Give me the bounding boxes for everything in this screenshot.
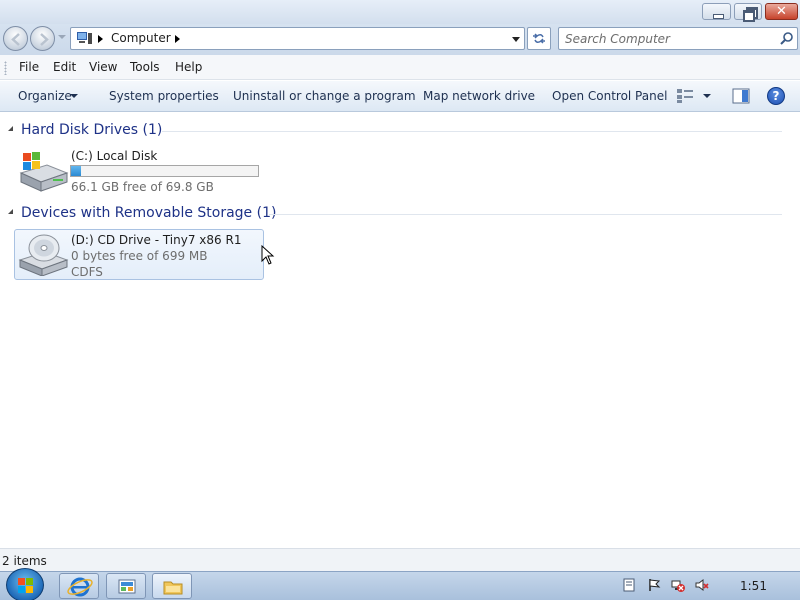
group-header-hard-disk-drives[interactable]: Hard Disk Drives (1) [21, 122, 162, 138]
computer-icon [77, 32, 92, 44]
item-count: 2 items [2, 554, 47, 568]
status-bar: 2 items [0, 548, 800, 571]
forward-arrow-icon [40, 33, 49, 46]
taskbar: 1:51 [0, 568, 800, 600]
system-properties-button[interactable]: System properties [109, 89, 219, 103]
refresh-button[interactable] [527, 27, 551, 50]
breadcrumb-computer[interactable]: Computer [111, 31, 171, 45]
search-icon[interactable] [779, 31, 795, 47]
drive-tile-d[interactable]: (D:) CD Drive - Tiny7 x86 R1 0 bytes fre… [14, 229, 264, 280]
clock[interactable]: 1:51 [740, 579, 767, 593]
drive-free-space: 66.1 GB free of 69.8 GB [71, 180, 214, 194]
command-bar: Organize System properties Uninstall or … [0, 81, 800, 112]
refresh-icon [533, 33, 545, 44]
drive-tile-c[interactable]: (C:) Local Disk 66.1 GB free of 69.8 GB [14, 146, 264, 196]
drive-filesystem: CDFS [71, 265, 103, 279]
menu-view[interactable]: View [89, 60, 117, 74]
change-view-icon[interactable] [676, 88, 694, 104]
menu-edit[interactable]: Edit [53, 60, 76, 74]
hard-drive-icon [19, 152, 69, 192]
network-disconnected-icon[interactable] [671, 578, 685, 592]
group-divider [269, 214, 782, 215]
windows-logo-icon [18, 578, 33, 593]
disk-usage-fill [71, 166, 81, 176]
minimize-icon [703, 4, 730, 19]
breadcrumb-arrow-icon[interactable] [98, 35, 103, 43]
search-input[interactable] [565, 31, 765, 47]
volume-muted-icon[interactable] [695, 578, 709, 592]
recent-pages-dropdown[interactable] [58, 35, 66, 39]
control-panel-icon [118, 579, 136, 594]
uninstall-program-button[interactable]: Uninstall or change a program [233, 89, 416, 103]
menu-tools[interactable]: Tools [130, 60, 160, 74]
close-icon: ✕ [776, 4, 787, 19]
taskbar-control-panel[interactable] [106, 573, 146, 599]
group-divider [162, 131, 782, 132]
breadcrumb-arrow-icon[interactable] [175, 35, 180, 43]
close-button[interactable]: ✕ [765, 3, 798, 20]
menu-help[interactable]: Help [175, 60, 202, 74]
views-dropdown-icon[interactable] [703, 94, 711, 98]
restore-button[interactable] [734, 3, 762, 22]
back-arrow-icon [11, 33, 20, 46]
organize-button[interactable]: Organize [18, 89, 72, 103]
action-center-icon[interactable] [622, 578, 636, 592]
open-control-panel-button[interactable]: Open Control Panel [552, 89, 667, 103]
back-button[interactable] [3, 26, 28, 51]
collapse-group-icon[interactable] [8, 126, 13, 131]
explorer-window: ✕ Computer Search Computer File Edit Vie… [0, 0, 800, 571]
drive-name: (D:) CD Drive - Tiny7 x86 R1 [71, 233, 242, 247]
internet-explorer-icon [67, 577, 93, 597]
flag-icon[interactable] [647, 578, 661, 592]
collapse-group-icon[interactable] [8, 209, 13, 214]
disk-usage-bar [70, 165, 259, 177]
chevron-down-icon[interactable] [70, 94, 78, 98]
group-header-removable-storage[interactable]: Devices with Removable Storage (1) [21, 205, 276, 221]
restore-icon [735, 4, 761, 22]
menu-bar: File Edit View Tools Help [0, 55, 800, 80]
taskbar-windows-explorer[interactable] [152, 573, 192, 599]
forward-button[interactable] [30, 26, 55, 51]
start-button[interactable] [6, 568, 44, 600]
preview-pane-icon[interactable] [732, 88, 750, 104]
drive-free-space: 0 bytes free of 699 MB [71, 249, 208, 263]
menu-file[interactable]: File [19, 60, 39, 74]
address-dropdown-icon[interactable] [512, 37, 520, 42]
minimize-button[interactable] [702, 3, 731, 20]
map-network-drive-button[interactable]: Map network drive [423, 89, 535, 103]
taskbar-internet-explorer[interactable] [59, 573, 99, 599]
menu-grip-icon [4, 61, 7, 75]
drive-name: (C:) Local Disk [71, 149, 158, 163]
navigation-bar: Computer [0, 24, 800, 55]
folder-icon [163, 581, 183, 595]
title-bar[interactable]: ✕ [0, 0, 800, 24]
help-button[interactable]: ? [767, 87, 785, 105]
mouse-cursor-icon [261, 245, 275, 265]
search-box[interactable] [558, 27, 798, 50]
cd-drive-icon [18, 234, 69, 276]
address-bar[interactable]: Computer [70, 27, 525, 50]
